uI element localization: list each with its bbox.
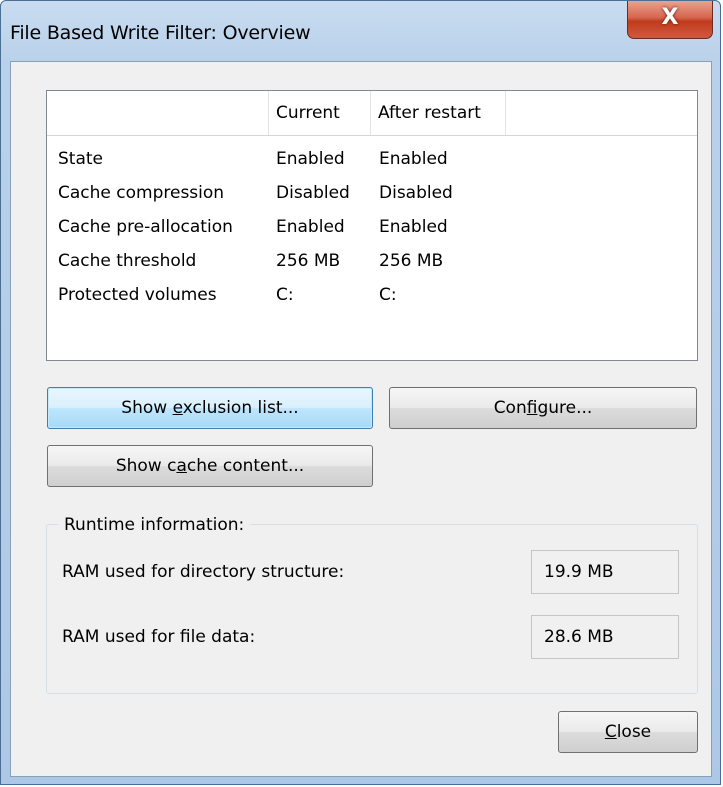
row-label: Cache compression (58, 183, 225, 203)
column-header-after-restart[interactable]: After restart (371, 91, 506, 135)
window-close-button[interactable]: X (627, 1, 713, 39)
button-label-part: Show c (115, 456, 177, 476)
accelerator-key: a (176, 456, 187, 476)
table-row[interactable]: Cache threshold 256 MB 256 MB (47, 244, 697, 278)
dialog-client-area: Current After restart State Enabled Enab… (10, 61, 712, 777)
button-label-part: Show (121, 398, 173, 418)
row-label: State (58, 149, 103, 169)
dialog-window: File Based Write Filter: Overview X Curr… (0, 0, 721, 785)
ram-file-data-value: 28.6 MB (531, 615, 679, 659)
window-title: File Based Write Filter: Overview (10, 22, 311, 44)
show-cache-content-button[interactable]: Show cache content... (47, 445, 373, 487)
accelerator-key: f (526, 398, 538, 418)
row-after-restart: 256 MB (379, 251, 444, 271)
row-current: C: (276, 285, 294, 305)
row-after-restart: Disabled (379, 183, 453, 203)
column-header-current[interactable]: Current (269, 91, 371, 135)
row-label: Cache threshold (58, 251, 197, 271)
runtime-group-label: Runtime information: (58, 514, 251, 536)
row-current: Disabled (276, 183, 350, 203)
button-label-part: lose (616, 722, 652, 742)
list-header: Current After restart (47, 91, 697, 136)
row-after-restart: Enabled (379, 217, 448, 237)
row-label: Cache pre-allocation (58, 217, 233, 237)
accelerator-key: C (604, 722, 617, 742)
row-after-restart: Enabled (379, 149, 448, 169)
status-list-view[interactable]: Current After restart State Enabled Enab… (46, 90, 698, 361)
table-row[interactable]: Protected volumes C: C: (47, 278, 697, 312)
button-label-part: che content... (186, 456, 305, 476)
row-current: 256 MB (276, 251, 341, 271)
title-bar[interactable]: File Based Write Filter: Overview X (1, 1, 720, 61)
table-row[interactable]: Cache compression Disabled Disabled (47, 176, 697, 210)
table-row[interactable]: Cache pre-allocation Enabled Enabled (47, 210, 697, 244)
column-header-property[interactable] (47, 91, 269, 135)
row-after-restart: C: (379, 285, 397, 305)
button-label-part: Con (493, 398, 527, 418)
row-current: Enabled (276, 149, 345, 169)
row-label: Protected volumes (58, 285, 217, 305)
ram-directory-value: 19.9 MB (531, 550, 679, 594)
close-button[interactable]: Close (558, 711, 698, 753)
accelerator-key: e (172, 398, 183, 418)
ram-file-data-label: RAM used for file data: (62, 627, 256, 647)
show-exclusion-list-button[interactable]: Show exclusion list... (47, 387, 373, 429)
configure-button[interactable]: Configure... (389, 387, 697, 429)
ram-directory-label: RAM used for directory structure: (62, 562, 345, 582)
button-label-part: igure... (537, 398, 593, 418)
row-current: Enabled (276, 217, 345, 237)
close-icon: X (661, 5, 679, 30)
table-row[interactable]: State Enabled Enabled (47, 142, 697, 176)
button-label-part: xclusion list... (182, 398, 299, 418)
